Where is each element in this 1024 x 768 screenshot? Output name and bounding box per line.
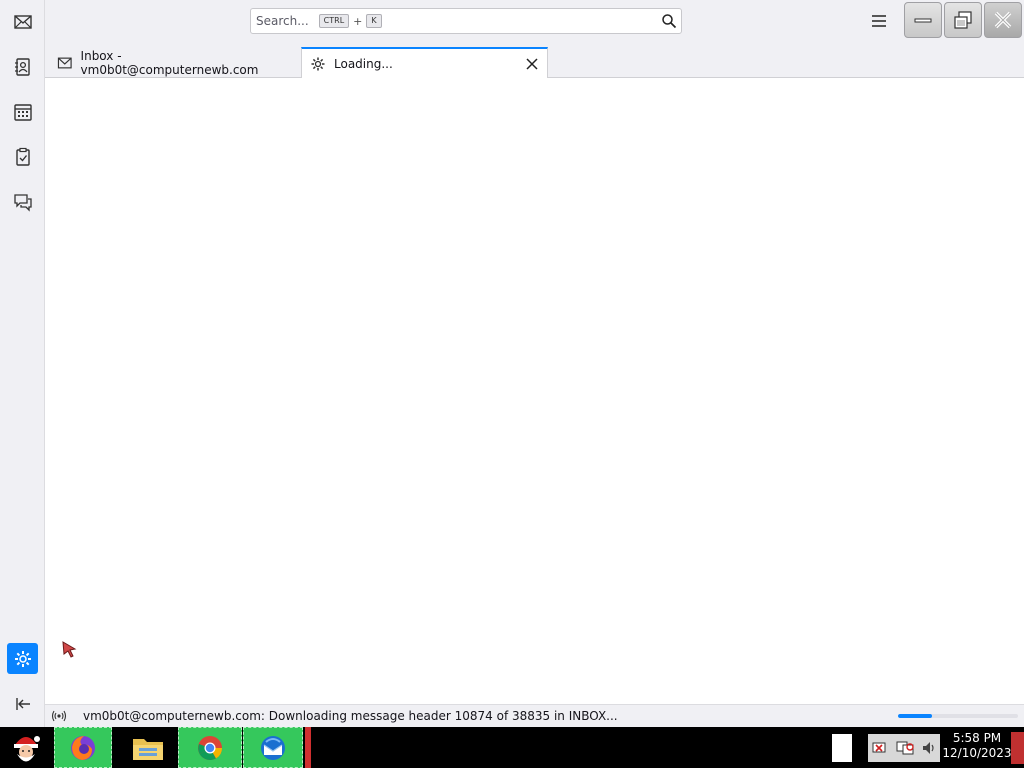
taskbar-firefox-button[interactable] [54,727,112,768]
spaces-toolbar [0,0,45,727]
online-status-icon[interactable] [51,709,67,723]
chrome-icon [198,735,222,760]
settings-space-button[interactable] [7,643,38,674]
close-icon [994,11,1012,29]
progress-fill [898,714,932,718]
clock-date: 12/10/2023 [942,746,1012,760]
tab-content-area [45,78,1024,704]
tab-bar: Inbox - vm0b0t@computernewb.com Loading.… [45,42,1024,79]
status-text: vm0b0t@computernewb.com: Downloading mes… [83,709,618,723]
download-progress-bar [898,714,1018,718]
start-button[interactable] [2,727,50,768]
shortcut-plus: + [353,14,363,28]
status-bar: vm0b0t@computernewb.com: Downloading mes… [45,704,1024,727]
taskbar-file-explorer-button[interactable] [122,727,174,768]
show-desktop-button[interactable] [1011,732,1024,764]
tasks-icon [15,147,30,166]
firefox-icon [71,735,95,760]
calendar-icon [13,103,32,121]
network-error-icon[interactable] [871,739,889,757]
mail-space-button[interactable] [7,6,38,37]
folder-icon [133,738,163,760]
restore-button[interactable] [944,2,982,38]
address-book-icon [14,57,30,76]
gear-icon [311,57,325,71]
tab-loading[interactable]: Loading... [301,47,548,79]
tasks-space-button[interactable] [7,141,38,172]
clock-time: 5:58 PM [952,731,1002,745]
collapse-left-icon [15,697,30,710]
taskbar-thunderbird-button[interactable] [243,727,303,768]
tab-inbox[interactable]: Inbox - vm0b0t@computernewb.com [57,47,297,78]
system-clock[interactable]: 5:58 PM 12/10/2023 [942,731,1012,761]
hamburger-menu-icon [872,15,886,27]
taskbar-chrome-button[interactable] [178,727,242,768]
search-placeholder: Search... [256,14,309,28]
calendar-space-button[interactable] [7,96,38,127]
address-book-space-button[interactable] [7,51,38,82]
search-input[interactable]: Search... CTRL + K [250,8,682,34]
minimize-icon [914,18,932,23]
taskbar-extra-button[interactable] [305,727,311,768]
app-menu-button[interactable] [869,11,889,31]
volume-icon[interactable] [921,739,937,757]
thunderbird-icon [261,735,285,760]
tray-overflow[interactable] [832,734,852,762]
taskbar: 5:58 PM 12/10/2023 [0,727,1024,768]
tab-label: Inbox - vm0b0t@computernewb.com [80,48,259,77]
tab-label: Loading... [334,57,393,71]
title-bar: Search... CTRL + K [45,0,1024,42]
network-icon[interactable] [895,739,915,757]
search-icon[interactable] [661,13,677,29]
system-tray [868,734,940,762]
shortcut-key-k: K [366,14,382,28]
chat-icon [13,193,32,212]
close-window-button[interactable] [984,2,1022,38]
mail-icon [13,14,32,29]
shortcut-key-ctrl: CTRL [318,14,350,28]
mail-icon [57,57,72,68]
gear-icon [14,650,31,667]
restore-icon [954,11,972,29]
minimize-button[interactable] [904,2,942,38]
mouse-cursor-icon [62,641,77,658]
santa-start-icon [14,735,40,761]
chat-space-button[interactable] [7,186,38,217]
close-icon[interactable] [525,57,539,71]
collapse-toolbar-button[interactable] [7,688,38,719]
